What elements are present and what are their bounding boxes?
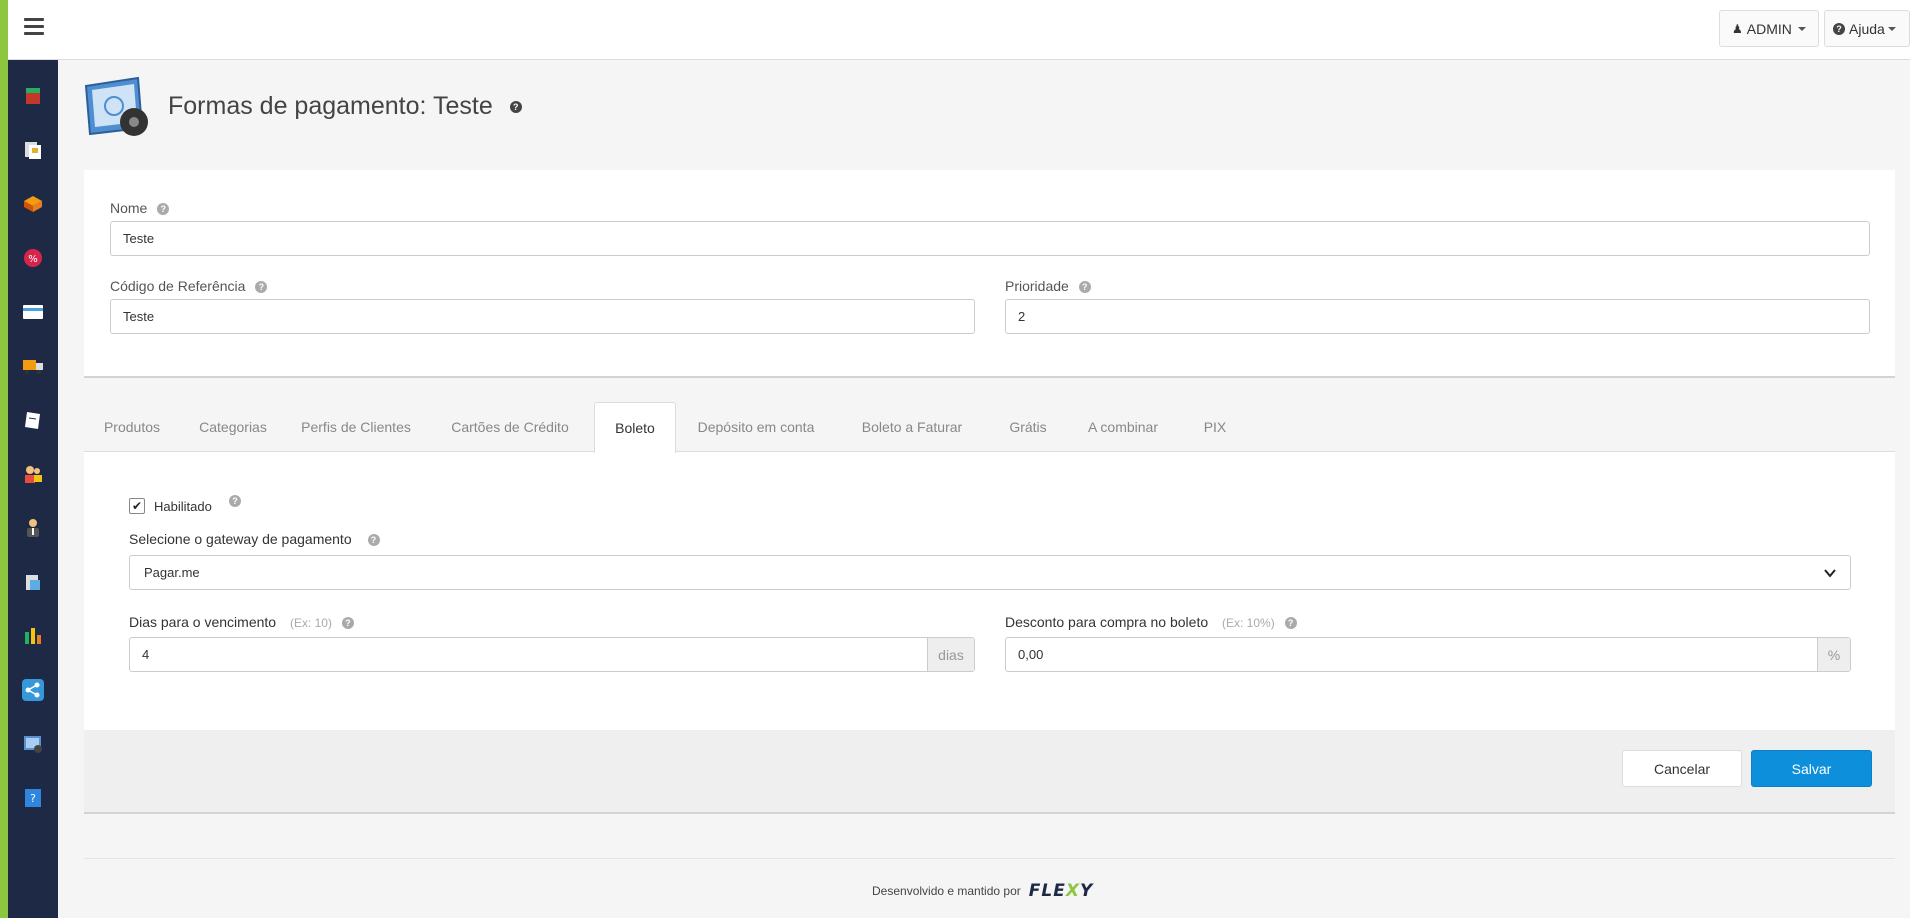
sidebar-item-payments[interactable] [21,300,45,324]
codigo-input[interactable]: Teste [110,299,975,334]
sidebar: % ? [8,60,58,918]
box-icon [26,88,40,104]
dias-hint: (Ex: 10) [289,616,332,630]
person-icon [27,519,39,537]
sidebar-item-orders[interactable] [21,138,45,162]
documents-icon [25,142,41,159]
general-form-panel: Nome ? Teste Código de Referência ? Test… [84,170,1895,378]
help-book-icon: ? [25,789,41,807]
sidebar-item-users[interactable] [21,516,45,540]
tab-boleto-faturar[interactable]: Boleto a Faturar [836,402,988,452]
dias-label: Dias para o vencimento (Ex: 10) ? [129,614,354,630]
svg-text:%: % [28,254,38,265]
sidebar-item-discounts[interactable]: % [21,246,45,270]
discount-icon: % [24,249,42,267]
prioridade-input[interactable]: 2 [1005,299,1870,334]
nome-label: Nome ? [110,200,170,216]
tab-boleto[interactable]: Boleto [594,402,676,453]
tab-categorias[interactable]: Categorias [180,402,286,452]
database-icon [26,575,40,590]
payment-settings-icon [84,76,154,142]
form-actions: Cancelar Salvar [84,730,1895,814]
svg-text:?: ? [30,792,36,805]
sidebar-item-database[interactable] [21,570,45,594]
sidebar-item-help[interactable]: ? [21,786,45,810]
page-title: Formas de pagamento: Teste ? [168,92,522,121]
prioridade-value: 2 [1018,309,1026,324]
sidebar-item-products[interactable] [21,84,45,108]
sidebar-item-reports[interactable] [21,624,45,648]
footer-credit: Desenvolvido e mantido por FLEXY [872,881,1093,901]
payment-tabs: Produtos Categorias Perfis de Clientes C… [84,402,1895,453]
flexy-logo[interactable]: FLEXY [1029,881,1093,901]
question-icon[interactable]: ? [255,281,268,294]
boleto-panel: ✔ Habilitado ? Selecione o gateway de pa… [84,451,1895,730]
dias-input[interactable]: 4 dias [129,637,975,672]
nome-value: Teste [123,231,155,246]
tab-cartoes-credito[interactable]: Cartões de Crédito [426,402,594,452]
desconto-input[interactable]: 0,00 % [1005,637,1851,672]
sidebar-item-integrations[interactable] [21,678,45,702]
sidebar-item-settings[interactable] [21,732,45,756]
users-icon [25,466,42,483]
question-icon[interactable]: ? [367,534,380,547]
menu-toggle-icon[interactable] [24,18,44,36]
question-icon[interactable]: ? [341,617,354,630]
nome-input[interactable]: Teste [110,221,1870,256]
desconto-label: Desconto para compra no boleto (Ex: 10%)… [1005,614,1297,630]
save-button[interactable]: Salvar [1751,750,1872,787]
help-label: Ajuda [1849,20,1885,37]
question-icon[interactable]: ? [509,101,522,114]
codigo-value: Teste [123,309,155,324]
habilitado-checkbox[interactable]: ✔ [129,498,145,514]
admin-menu-button[interactable]: ♟ ADMIN [1719,10,1819,47]
tab-perfis-clientes[interactable]: Perfis de Clientes [286,402,426,452]
chart-icon [25,628,41,644]
question-icon[interactable]: ? [1078,281,1091,294]
tab-deposito-conta[interactable]: Depósito em conta [676,402,836,452]
footer-divider [84,858,1895,859]
desconto-hint: (Ex: 10%) [1222,616,1275,630]
settings-screen-icon [24,736,42,753]
sidebar-item-packages[interactable] [21,192,45,216]
gateway-label: Selecione o gateway de pagamento ? [129,531,380,547]
card-icon [23,305,43,319]
tab-gratis[interactable]: Grátis [988,402,1068,452]
question-icon[interactable]: ? [229,495,241,507]
gateway-selected-value: Pagar.me [144,565,200,580]
chevron-down-icon [1824,568,1836,578]
tab-pix[interactable]: PIX [1178,402,1252,452]
sidebar-item-notes[interactable] [21,408,45,432]
share-icon [22,679,44,701]
caret-down-icon [1797,26,1806,31]
sidebar-item-customers[interactable] [21,462,45,486]
dias-addon: dias [927,638,974,671]
caret-down-icon [1887,26,1896,31]
check-icon: ✔ [131,499,143,513]
dias-value: 4 [142,647,150,662]
question-icon[interactable]: ? [1284,617,1297,630]
credit-text: Desenvolvido e mantido por [872,884,1021,898]
cancel-button[interactable]: Cancelar [1622,750,1742,787]
admin-label: ADMIN [1746,20,1792,37]
help-menu-button[interactable]: ? Ajuda [1824,10,1910,47]
accent-strip [0,0,8,918]
desconto-addon: % [1817,638,1850,671]
note-icon [25,412,40,429]
truck-icon [23,360,43,374]
question-icon[interactable]: ? [157,203,170,216]
tab-a-combinar[interactable]: A combinar [1068,402,1178,452]
page-title-text: Formas de pagamento: Teste [168,92,493,120]
gateway-select[interactable]: Pagar.me [129,555,1851,590]
prioridade-label: Prioridade ? [1005,278,1091,294]
habilitado-label: Habilitado [154,499,212,514]
top-navbar: ♟ ADMIN ? Ajuda [8,0,1910,60]
codigo-label: Código de Referência ? [110,278,268,294]
question-icon: ? [1833,22,1845,35]
tab-produtos[interactable]: Produtos [84,402,180,452]
user-icon: ♟ [1732,21,1743,36]
package-icon [24,196,42,212]
sidebar-item-shipping[interactable] [21,354,45,378]
desconto-value: 0,00 [1018,647,1044,662]
